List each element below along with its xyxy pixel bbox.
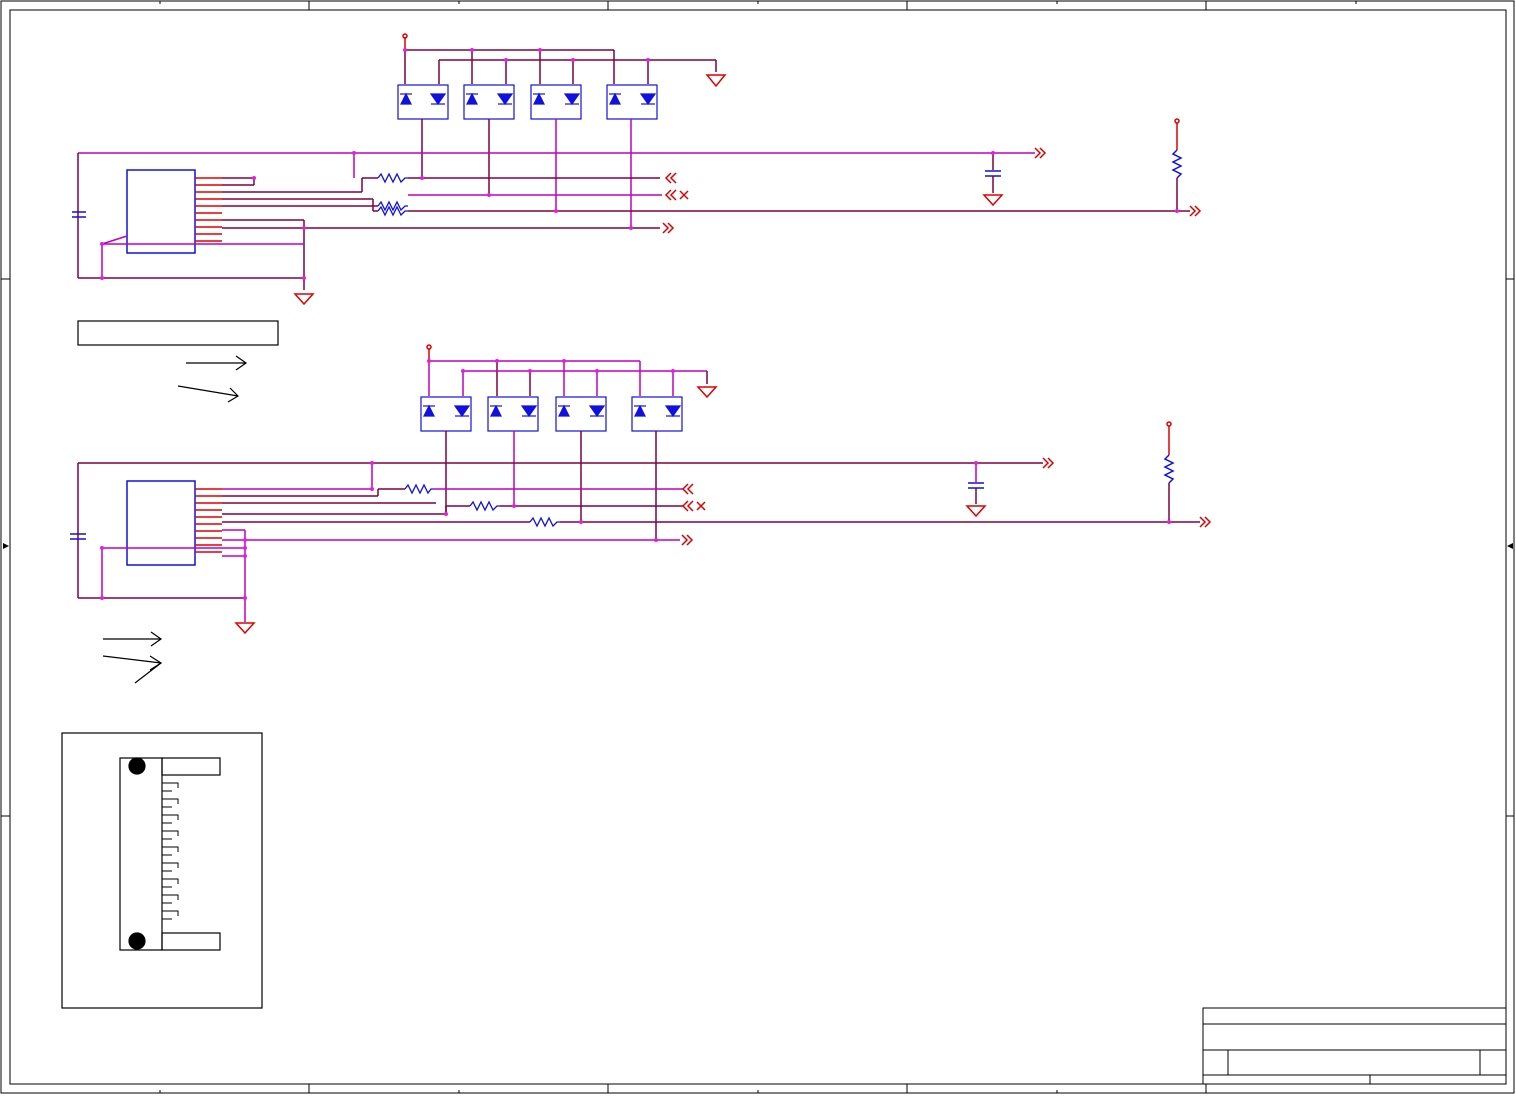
ground-icon [982, 194, 1004, 207]
power-port-icon [1174, 118, 1180, 124]
arrow-icon [103, 631, 163, 647]
tvs-diode-icon [397, 84, 449, 120]
off-page-connector-icon [664, 172, 677, 184]
top-circuit [72, 33, 1202, 403]
footprint-pins [162, 782, 179, 920]
top-label-box [77, 320, 279, 346]
capacitor-icon [985, 153, 1001, 193]
resistor-icon [404, 483, 434, 495]
tvs-diode-icon [463, 84, 515, 120]
ground-icon [696, 386, 718, 399]
ground-icon [234, 622, 256, 635]
resistor-icon [1171, 149, 1183, 179]
bottom-circuit [70, 344, 1212, 684]
bottom-tvs-signal-drops [445, 431, 657, 540]
ground-icon [965, 505, 987, 518]
resistor-icon [1163, 454, 1175, 484]
connector-ic-icon [126, 480, 222, 566]
arrow-icon [186, 355, 248, 371]
tvs-diode-icon [420, 396, 472, 432]
resistor-icon [529, 516, 560, 528]
tvs-diode-icon [631, 396, 683, 432]
off-page-connector-icon [1189, 205, 1202, 217]
title-block [1202, 1007, 1507, 1085]
tvs-diode-icon [487, 396, 539, 432]
power-port-icon [1166, 421, 1172, 427]
off-page-connector-icon [662, 222, 675, 234]
bottom-pullup [1163, 421, 1175, 522]
connector-ic-icon [126, 169, 222, 254]
bottom-junctions [100, 359, 1171, 600]
off-page-connector-icon [1034, 147, 1047, 159]
resistor-icon [377, 200, 408, 217]
power-port-icon [402, 33, 408, 39]
mounting-hole-icon [128, 757, 146, 775]
top-pullup [1171, 118, 1183, 211]
top-junctions [100, 48, 1179, 280]
off-page-connector-icon [1042, 457, 1055, 469]
schematic-canvas [0, 0, 1515, 1094]
capacitor-icon [72, 211, 86, 218]
off-page-connector-icon [681, 534, 694, 546]
arrow-icon [102, 655, 163, 684]
schematic-sheet [0, 0, 1516, 1096]
off-page-connector-icon [681, 483, 694, 495]
center-mark-right [1507, 543, 1513, 549]
off-page-connector-icon [681, 500, 706, 512]
top-signal-wires [77, 152, 1190, 290]
mounting-hole-icon [128, 932, 146, 950]
tvs-diode-icon [530, 84, 582, 120]
tvs-diode-icon [555, 396, 607, 432]
tvs-diode-icon [606, 84, 658, 120]
ground-icon [293, 293, 315, 306]
ground-icon [705, 74, 727, 88]
top-tvs-power-rail [402, 33, 717, 84]
sheet-border [0, 0, 1515, 1094]
resistor-icon [377, 172, 408, 184]
capacitor-icon [968, 463, 984, 504]
center-mark-left [3, 543, 9, 549]
bottom-tvs-power-rail [426, 344, 708, 396]
power-port-icon [426, 344, 432, 350]
arrow-icon [177, 385, 239, 403]
resistor-icon [469, 500, 500, 512]
off-page-connector-icon [1199, 516, 1212, 528]
off-page-connector-icon [664, 189, 689, 201]
connector-footprint [61, 732, 263, 1009]
